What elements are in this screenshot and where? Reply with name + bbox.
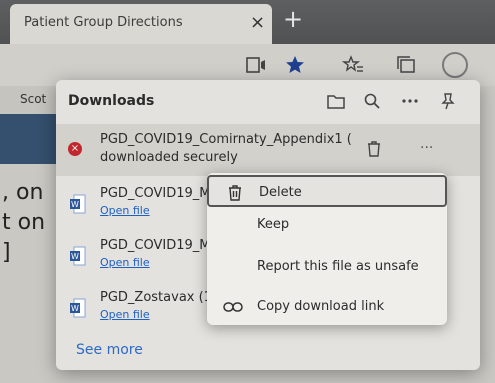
immersive-reader-icon[interactable]: [243, 52, 269, 78]
menu-item-delete[interactable]: Delete: [207, 175, 447, 207]
download-filename: PGD_COVID19_Comirnaty_Appendix1 (: [100, 132, 352, 147]
menu-item-label: Copy download link: [257, 299, 385, 314]
page-text-line: , on: [2, 180, 44, 205]
open-folder-icon[interactable]: [326, 91, 346, 111]
word-document-icon: W: [70, 194, 86, 214]
open-file-link[interactable]: Open file: [100, 308, 150, 321]
page-text-line: ]: [2, 240, 11, 265]
download-status: downloaded securely: [100, 150, 238, 165]
item-more-icon[interactable]: ···: [420, 140, 433, 156]
svg-text:W: W: [71, 252, 79, 261]
tab-title: Patient Group Directions: [24, 15, 183, 30]
svg-text:W: W: [71, 304, 79, 313]
downloads-header: Downloads: [56, 80, 480, 122]
browser-tab[interactable]: Patient Group Directions ×: [10, 4, 272, 44]
download-item[interactable]: × PGD_COVID19_Comirnaty_Appendix1 ( down…: [56, 124, 480, 176]
open-file-link[interactable]: Open file: [100, 204, 150, 217]
new-tab-button[interactable]: +: [283, 5, 303, 33]
svg-text:W: W: [71, 200, 79, 209]
page-banner: [0, 114, 60, 164]
error-icon: ×: [68, 142, 82, 156]
menu-item-keep[interactable]: Keep: [207, 209, 447, 241]
page-nav: Scot: [0, 86, 60, 114]
menu-item-label: Keep: [257, 217, 290, 232]
favorite-star-icon[interactable]: [282, 52, 308, 78]
favorites-list-icon[interactable]: [340, 52, 366, 78]
trash-icon: [225, 183, 245, 203]
menu-item-copy-link[interactable]: Copy download link: [207, 291, 447, 323]
close-tab-icon[interactable]: ×: [250, 12, 265, 33]
delete-trash-icon[interactable]: [366, 140, 382, 162]
page-text-line: t on: [2, 210, 46, 235]
menu-item-label: Report this file as unsafe: [257, 259, 419, 274]
menu-item-report-unsafe[interactable]: Report this file as unsafe: [207, 251, 447, 283]
open-file-link[interactable]: Open file: [100, 256, 150, 269]
collections-icon[interactable]: [393, 52, 419, 78]
download-context-menu: Delete Keep Report this file as unsafe C…: [207, 173, 447, 325]
downloads-button[interactable]: [442, 52, 468, 78]
link-icon: [223, 297, 243, 317]
word-document-icon: W: [70, 298, 86, 318]
more-options-icon[interactable]: [400, 91, 420, 111]
download-filename: PGD_Zostavax (1): [100, 290, 218, 305]
word-document-icon: W: [70, 246, 86, 266]
pin-icon[interactable]: [438, 91, 458, 111]
download-icon: [442, 52, 468, 78]
see-more-link[interactable]: See more: [76, 342, 143, 358]
download-filename: PGD_COVID19_M: [100, 238, 211, 253]
page-nav-text[interactable]: Scot: [20, 92, 46, 106]
menu-item-label: Delete: [259, 185, 302, 200]
search-icon[interactable]: [362, 91, 382, 111]
download-filename: PGD_COVID19_M: [100, 186, 211, 201]
tab-bar: Patient Group Directions × +: [0, 0, 495, 44]
downloads-title: Downloads: [68, 93, 155, 109]
